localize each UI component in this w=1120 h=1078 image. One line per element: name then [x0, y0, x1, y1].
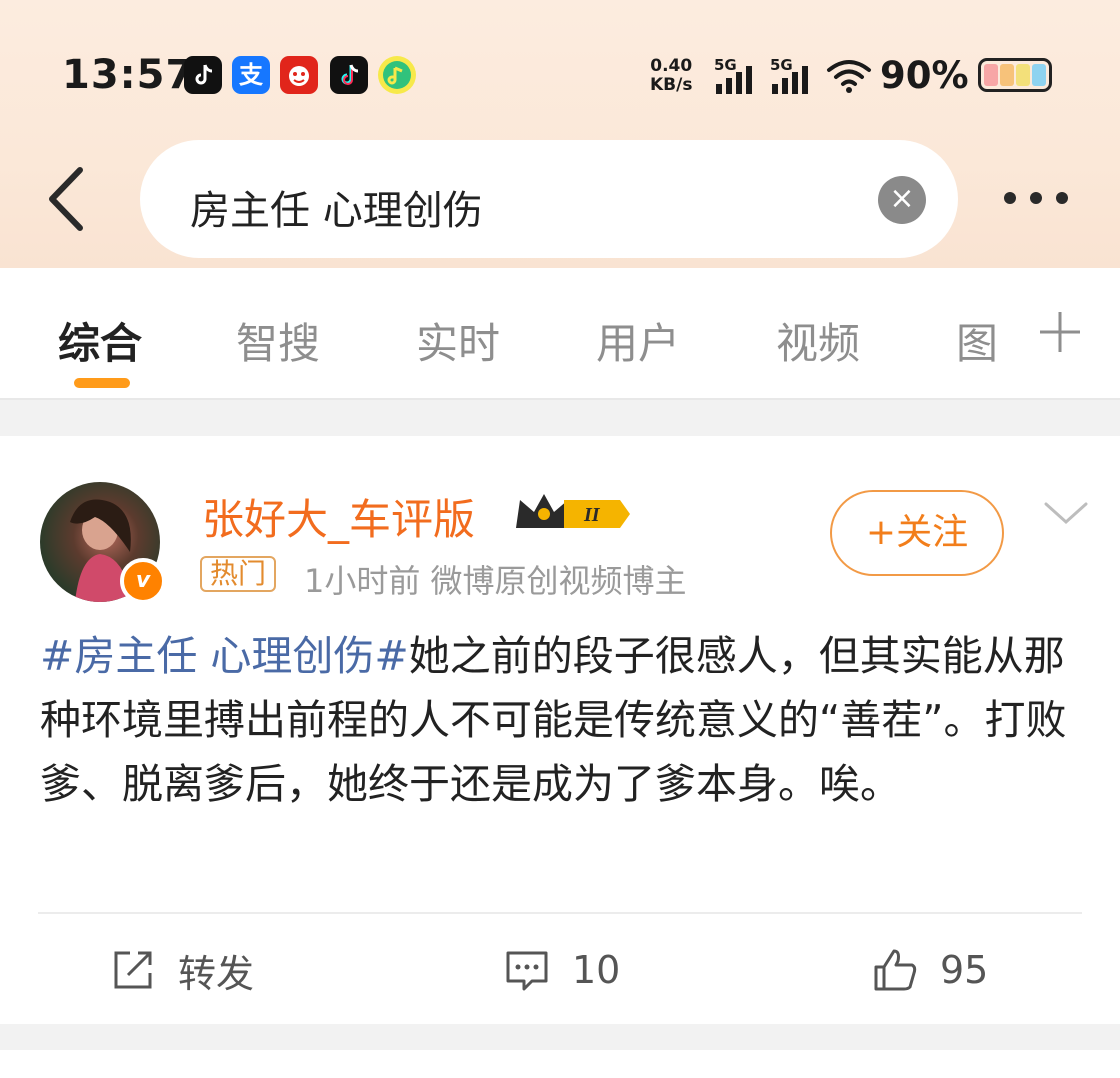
- post-username[interactable]: 张好大_车评版: [202, 486, 475, 547]
- tab-divider: [0, 398, 1120, 400]
- wifi-icon: [827, 60, 871, 93]
- tab-bar: 综合 智搜 实时 用户 视频 图: [0, 268, 1120, 398]
- more-icon[interactable]: [1000, 180, 1072, 216]
- signal-icon: 5G: [712, 56, 760, 96]
- tiktok-icon: [184, 56, 222, 94]
- next-post-card[interactable]: [0, 1050, 1120, 1078]
- battery-segment: [984, 64, 998, 86]
- like-button[interactable]: 95: [870, 944, 988, 996]
- action-divider: [38, 912, 1082, 914]
- network-speed: 0.40 KB/s: [650, 56, 693, 95]
- comment-button[interactable]: 10: [502, 944, 620, 996]
- tab-realtime[interactable]: 实时: [416, 310, 500, 371]
- post-card[interactable]: v 张好大_车评版 II 热门 1小时前 微博原创视频博主 +关注 #房主任 心…: [0, 436, 1120, 1024]
- tab-users[interactable]: 用户: [596, 310, 680, 371]
- comment-count: 10: [572, 948, 621, 992]
- clear-icon[interactable]: ×: [878, 176, 926, 224]
- verified-badge: v: [120, 558, 166, 604]
- add-tab-icon[interactable]: [1036, 308, 1084, 356]
- tab-images[interactable]: 图: [956, 310, 998, 371]
- post-text: #房主任 心理创伤#她之前的段子很感人，但其实能从那种环境里搏出前程的人不可能是…: [40, 624, 1090, 816]
- tab-video[interactable]: 视频: [776, 310, 860, 371]
- repost-button[interactable]: 转发: [108, 944, 254, 996]
- tiktok-icon: [330, 56, 368, 94]
- like-icon: [874, 949, 917, 991]
- level-badge-text: II: [583, 504, 601, 526]
- like-count: 95: [940, 948, 989, 992]
- battery-segment: [1032, 64, 1046, 86]
- tab-smart-search[interactable]: 智搜: [236, 310, 320, 371]
- hot-badge: 热门: [200, 556, 277, 592]
- follow-button[interactable]: +关注: [830, 490, 1004, 576]
- jd-icon: [280, 56, 318, 94]
- qq-music-icon: [378, 56, 416, 94]
- tab-comprehensive[interactable]: 综合: [58, 310, 142, 371]
- battery-segment: [1016, 64, 1030, 86]
- post-meta: 1小时前 微博原创视频博主: [304, 562, 687, 600]
- status-time: 13:57: [62, 52, 195, 98]
- crown-level-icon: II: [516, 494, 630, 528]
- alipay-icon: 支: [232, 56, 270, 94]
- battery-segment: [1000, 64, 1014, 86]
- chevron-down-icon[interactable]: [1042, 498, 1090, 528]
- battery-icon: [978, 58, 1052, 92]
- signal-icon: 5G: [768, 56, 816, 96]
- hashtag-link[interactable]: #房主任 心理创伤#: [40, 632, 409, 680]
- back-icon[interactable]: [40, 166, 96, 232]
- battery-percent: 90%: [880, 54, 969, 97]
- comment-icon: [506, 951, 548, 991]
- search-query[interactable]: 房主任 心理创伤: [190, 178, 483, 236]
- repost-label: 转发: [178, 951, 255, 996]
- active-tab-indicator: [74, 378, 130, 388]
- search-input[interactable]: 房主任 心理创伤 ×: [140, 140, 958, 258]
- repost-icon: [114, 951, 152, 989]
